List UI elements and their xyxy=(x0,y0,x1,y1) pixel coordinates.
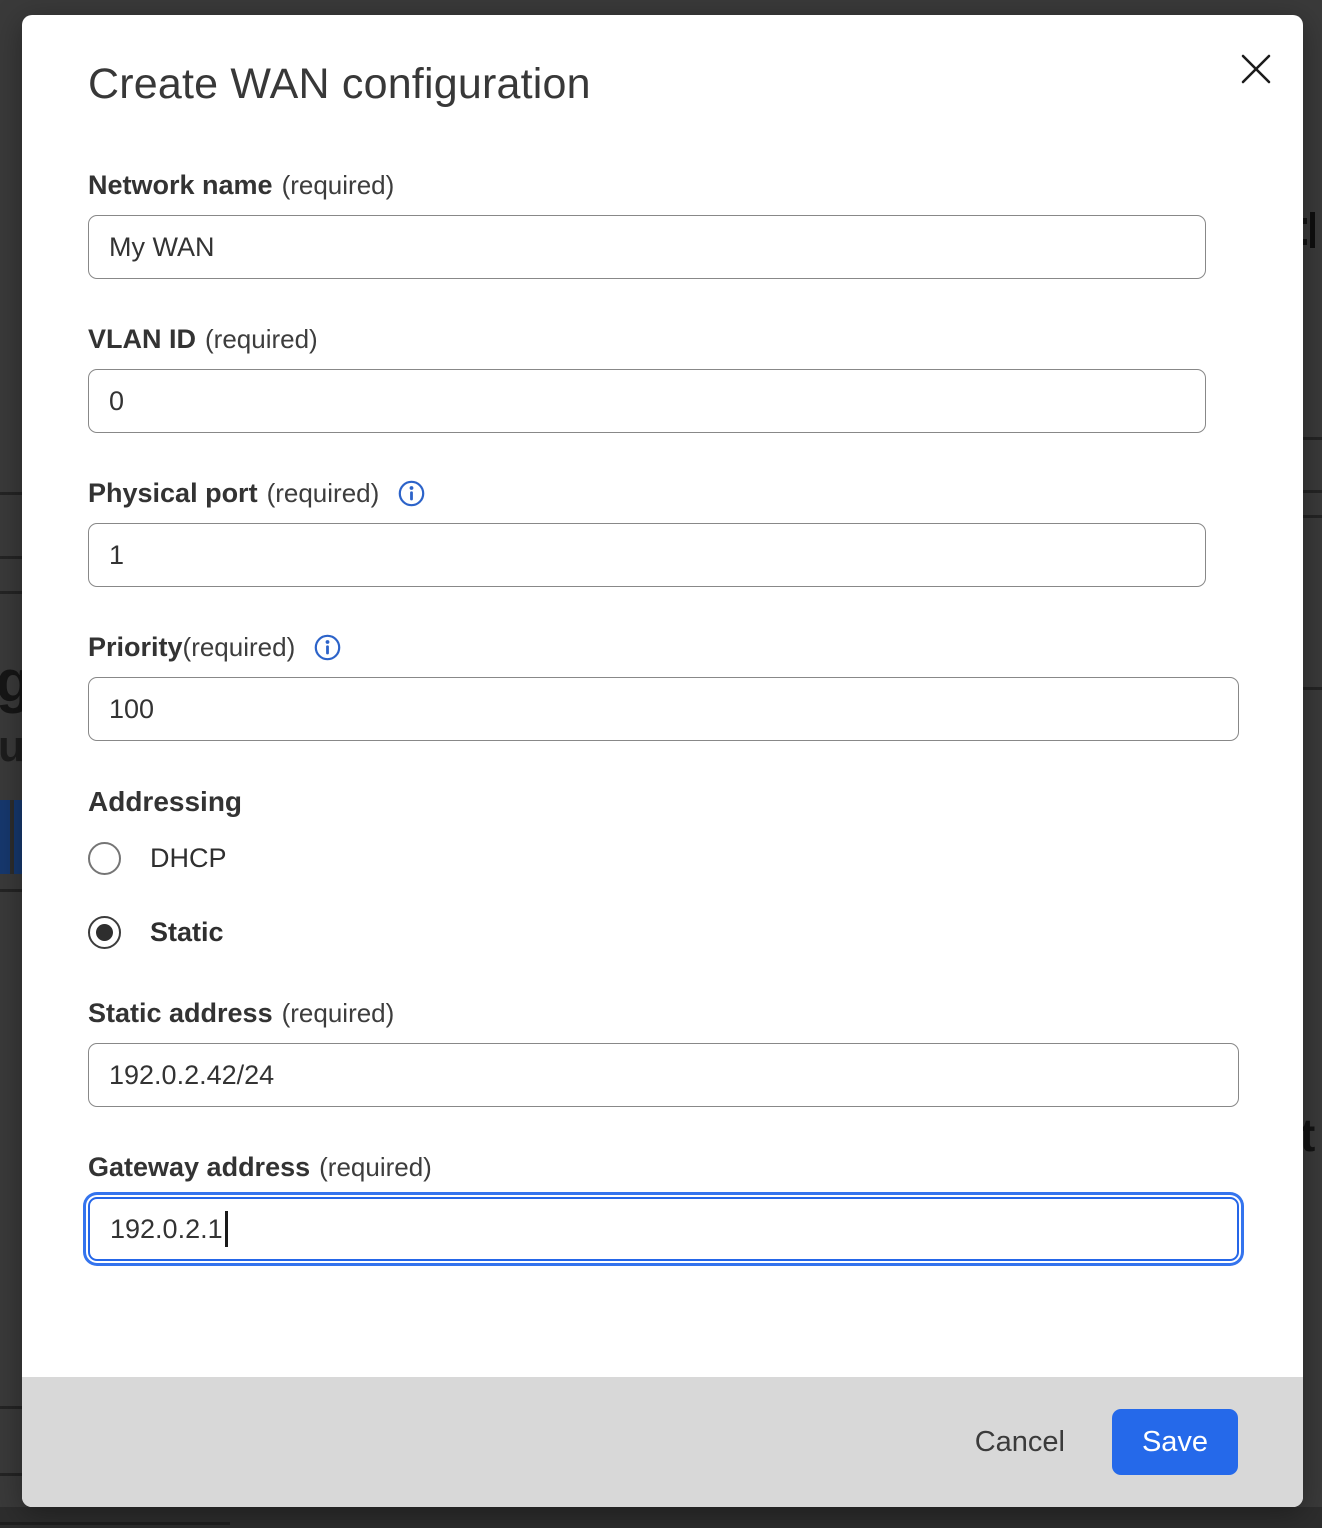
physical-port-value: 1 xyxy=(109,540,124,571)
static-address-label: Static address xyxy=(88,997,273,1029)
background-text-fragment xyxy=(1303,239,1307,245)
required-hint: (required) xyxy=(282,169,395,201)
network-name-value: My WAN xyxy=(109,232,214,263)
priority-label: Priority xyxy=(88,631,183,663)
priority-field: Priority (required) 100 xyxy=(88,631,1303,741)
background-table-line xyxy=(0,556,22,559)
required-hint: (required) xyxy=(183,631,296,663)
background-text-fragment xyxy=(1310,212,1315,248)
background-table-line xyxy=(1303,515,1322,518)
text-cursor xyxy=(225,1211,228,1247)
network-name-field: Network name (required) My WAN xyxy=(88,169,1303,279)
physical-port-input[interactable]: 1 xyxy=(88,523,1206,587)
save-button[interactable]: Save xyxy=(1112,1409,1238,1475)
static-address-input[interactable]: 192.0.2.42/24 xyxy=(88,1043,1239,1107)
background-table-line xyxy=(1303,437,1322,440)
close-button[interactable] xyxy=(1237,50,1275,88)
priority-input[interactable]: 100 xyxy=(88,677,1239,741)
addressing-option-dhcp[interactable]: DHCP xyxy=(88,841,1303,875)
radio-selected-icon[interactable] xyxy=(88,916,121,949)
background-table-line xyxy=(0,492,22,495)
background-hidden-button-slit xyxy=(10,800,14,874)
physical-port-label: Physical port xyxy=(88,477,258,509)
gateway-address-value: 192.0.2.1 xyxy=(110,1214,223,1245)
priority-info-icon[interactable] xyxy=(314,634,341,661)
gateway-address-field: Gateway address (required) 192.0.2.1 xyxy=(88,1151,1303,1261)
dialog-title: Create WAN configuration xyxy=(88,15,1303,109)
vlan-id-label: VLAN ID xyxy=(88,323,196,355)
addressing-section: Addressing DHCP Static xyxy=(88,785,1303,949)
static-option-label: Static xyxy=(150,917,224,948)
addressing-heading: Addressing xyxy=(88,785,1303,819)
gateway-address-label: Gateway address xyxy=(88,1151,310,1183)
required-hint: (required) xyxy=(319,1151,432,1183)
required-hint: (required) xyxy=(267,477,380,509)
physical-port-field: Physical port (required) 1 xyxy=(88,477,1303,587)
radio-unselected-icon[interactable] xyxy=(88,842,121,875)
background-table-line xyxy=(1303,687,1322,690)
vlan-id-input[interactable]: 0 xyxy=(88,369,1206,433)
background-table-line xyxy=(0,1406,22,1409)
background-table-line xyxy=(0,1473,22,1476)
network-name-label: Network name xyxy=(88,169,273,201)
addressing-option-static[interactable]: Static xyxy=(88,915,1303,949)
create-wan-configuration-dialog: Create WAN configuration Network name (r… xyxy=(22,15,1303,1507)
background-table-line xyxy=(0,591,22,594)
static-address-value: 192.0.2.42/24 xyxy=(109,1060,274,1091)
gateway-address-input[interactable]: 192.0.2.1 xyxy=(88,1197,1239,1261)
background-text-fragment xyxy=(1303,218,1307,224)
dialog-footer: Cancel Save xyxy=(22,1377,1303,1507)
vlan-id-field: VLAN ID (required) 0 xyxy=(88,323,1303,433)
dhcp-option-label: DHCP xyxy=(150,843,227,874)
required-hint: (required) xyxy=(205,323,318,355)
static-address-field: Static address (required) 192.0.2.42/24 xyxy=(88,997,1303,1107)
background-table-line xyxy=(1303,490,1322,493)
background-table-line xyxy=(0,1522,230,1525)
physical-port-info-icon[interactable] xyxy=(398,480,425,507)
close-icon xyxy=(1239,52,1273,86)
required-hint: (required) xyxy=(282,997,395,1029)
cancel-button[interactable]: Cancel xyxy=(955,1416,1085,1469)
priority-value: 100 xyxy=(109,694,154,725)
network-name-input[interactable]: My WAN xyxy=(88,215,1206,279)
background-table-line xyxy=(0,889,22,892)
vlan-id-value: 0 xyxy=(109,386,124,417)
